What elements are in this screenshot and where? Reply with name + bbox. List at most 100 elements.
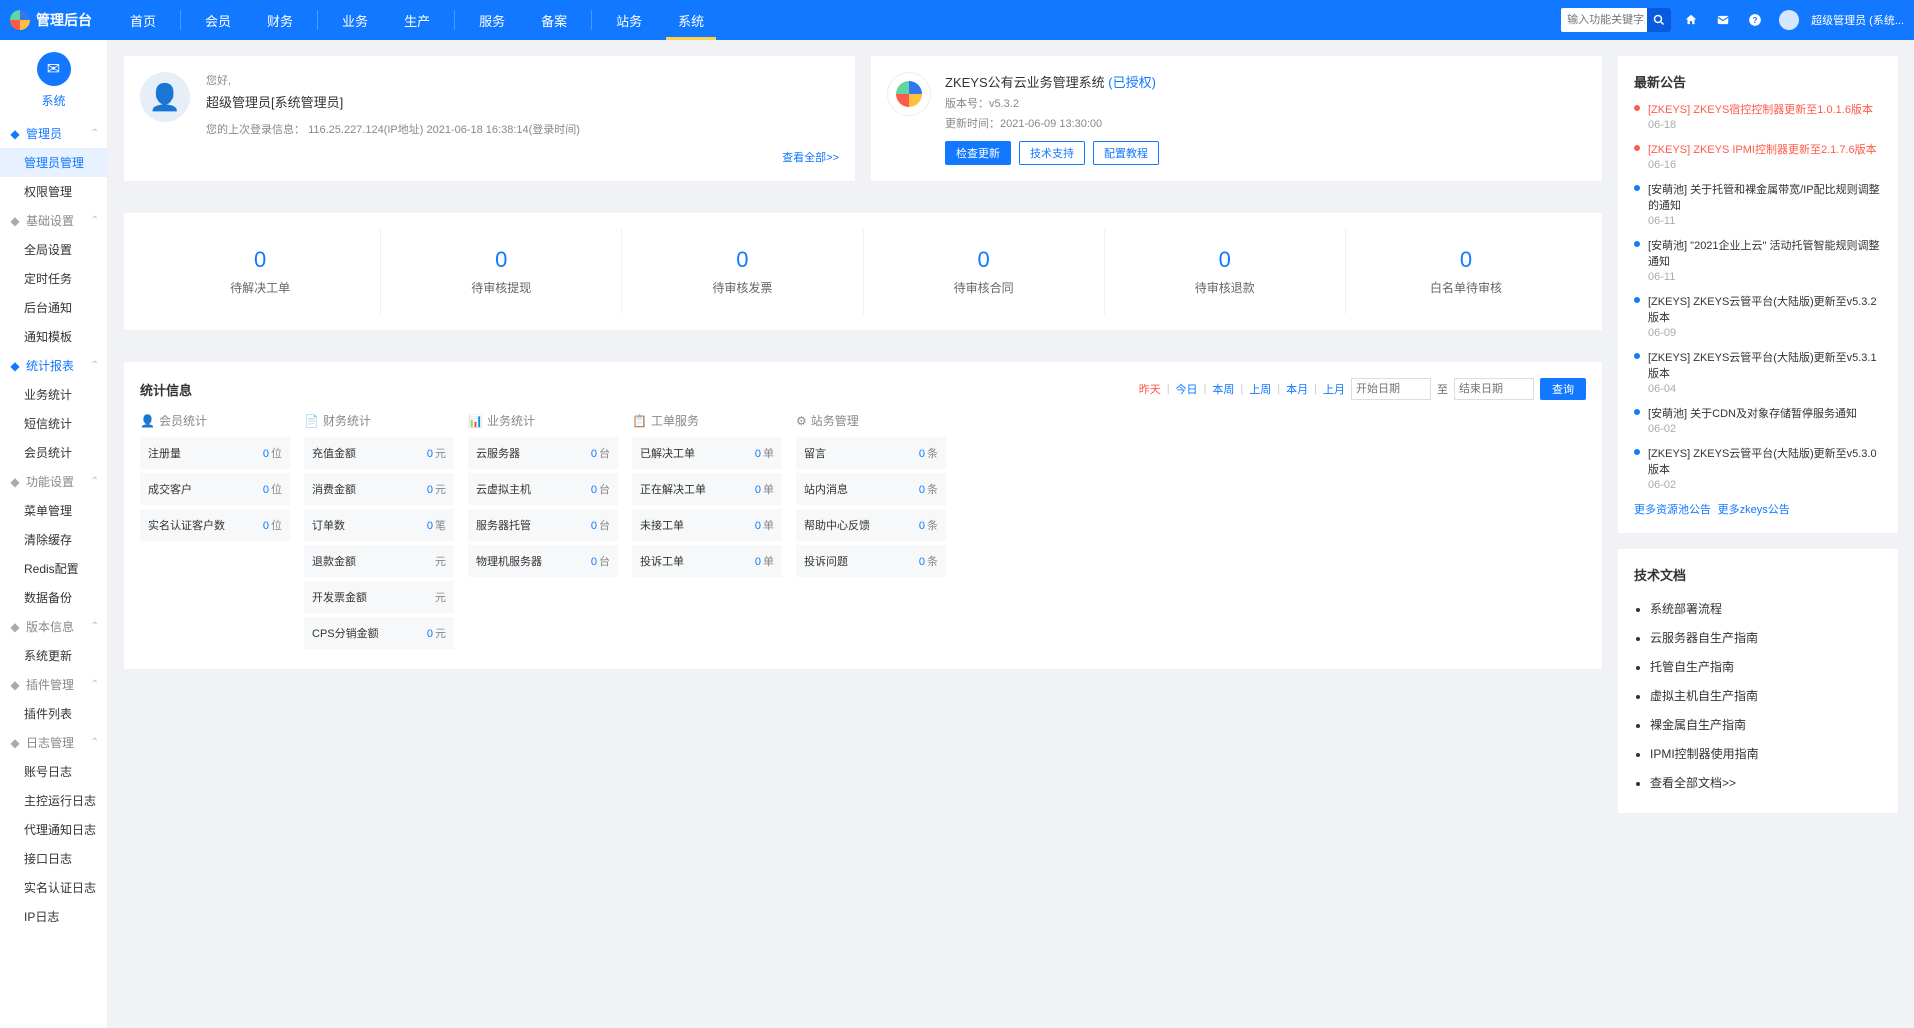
stat-row[interactable]: 正在解决工单0单 (632, 473, 782, 505)
stat-row[interactable]: 站内消息0条 (796, 473, 946, 505)
search-button[interactable] (1647, 8, 1671, 32)
doc-item[interactable]: IPMI控制器使用指南 (1650, 739, 1882, 768)
stat-row[interactable]: 成交客户0位 (140, 473, 290, 505)
nav-item[interactable]: 会员 (187, 0, 249, 40)
stat-row[interactable]: 消费金额0元 (304, 473, 454, 505)
sidebar-item[interactable]: IP日志 (0, 902, 107, 931)
range-option[interactable]: 本月 (1286, 381, 1308, 397)
nav-item[interactable]: 系统 (660, 0, 722, 40)
sidebar-item[interactable]: 接口日志 (0, 844, 107, 873)
nav-item[interactable]: 业务 (324, 0, 386, 40)
stat-row[interactable]: 投诉工单0单 (632, 545, 782, 577)
sidebar-group-header[interactable]: ◆版本信息⌃ (0, 612, 107, 641)
nav-item[interactable]: 首页 (112, 0, 174, 40)
doc-item[interactable]: 云服务器自生产指南 (1650, 623, 1882, 652)
config-tutorial-button[interactable]: 配置教程 (1093, 141, 1159, 165)
sidebar-item[interactable]: 主控运行日志 (0, 786, 107, 815)
stat-row[interactable]: 云虚拟主机0台 (468, 473, 618, 505)
sidebar-item[interactable]: 实名认证日志 (0, 873, 107, 902)
sidebar-item[interactable]: 全局设置 (0, 235, 107, 264)
stat-row[interactable]: 投诉问题0条 (796, 545, 946, 577)
help-icon[interactable]: ? (1743, 8, 1767, 32)
sidebar-item[interactable]: 数据备份 (0, 583, 107, 612)
sidebar-item[interactable]: 会员统计 (0, 438, 107, 467)
start-date-input[interactable] (1351, 378, 1431, 400)
nav-item[interactable]: 服务 (461, 0, 523, 40)
sidebar-group-header[interactable]: ◆功能设置⌃ (0, 467, 107, 496)
sidebar-item[interactable]: 后台通知 (0, 293, 107, 322)
mail-icon[interactable] (1711, 8, 1735, 32)
announcement-item[interactable]: [ZKEYS] ZKEYS云管平台(大陆版)更新至v5.3.2版本06-09 (1634, 293, 1882, 339)
announcement-item[interactable]: [ZKEYS] ZKEYS云管平台(大陆版)更新至v5.3.1版本06-04 (1634, 349, 1882, 395)
doc-item[interactable]: 虚拟主机自生产指南 (1650, 681, 1882, 710)
sidebar-group-header[interactable]: ◆日志管理⌃ (0, 728, 107, 757)
stat-row[interactable]: 注册量0位 (140, 437, 290, 469)
sidebar-item[interactable]: 管理员管理 (0, 148, 107, 177)
sidebar-group-header[interactable]: ◆统计报表⌃ (0, 351, 107, 380)
user-name[interactable]: 超级管理员 (系统... (1811, 12, 1904, 28)
stat-row[interactable]: 退款金额元 (304, 545, 454, 577)
query-button[interactable]: 查询 (1540, 378, 1586, 400)
counter[interactable]: 0待审核退款 (1105, 229, 1346, 314)
announcement-item[interactable]: [ZKEYS] ZKEYS云管平台(大陆版)更新至v5.3.0版本06-02 (1634, 445, 1882, 491)
sidebar-item[interactable]: Redis配置 (0, 554, 107, 583)
counter[interactable]: 0待审核提现 (381, 229, 622, 314)
stat-row[interactable]: 开发票金额元 (304, 581, 454, 613)
stat-row[interactable]: 留言0条 (796, 437, 946, 469)
doc-item[interactable]: 裸金属自生产指南 (1650, 710, 1882, 739)
avatar[interactable] (1779, 10, 1799, 30)
sidebar-item[interactable]: 通知模板 (0, 322, 107, 351)
sidebar-group-header[interactable]: ◆管理员⌃ (0, 119, 107, 148)
stat-row[interactable]: CPS分销金额0元 (304, 617, 454, 649)
counter[interactable]: 0待审核合同 (864, 229, 1105, 314)
nav-item[interactable]: 财务 (249, 0, 311, 40)
stat-row[interactable]: 帮助中心反馈0条 (796, 509, 946, 541)
stat-row[interactable]: 实名认证客户数0位 (140, 509, 290, 541)
sidebar-item[interactable]: 定时任务 (0, 264, 107, 293)
home-icon[interactable] (1679, 8, 1703, 32)
stat-row[interactable]: 未接工单0单 (632, 509, 782, 541)
range-option[interactable]: 昨天 (1139, 381, 1161, 397)
announcement-item[interactable]: [ZKEYS] ZKEYS宿控控制器更新至1.0.1.6版本06-18 (1634, 101, 1882, 131)
stat-row[interactable]: 订单数0笔 (304, 509, 454, 541)
tech-support-button[interactable]: 技术支持 (1019, 141, 1085, 165)
stat-row[interactable]: 已解决工单0单 (632, 437, 782, 469)
doc-item[interactable]: 系统部署流程 (1650, 594, 1882, 623)
sidebar-item[interactable]: 短信统计 (0, 409, 107, 438)
check-update-button[interactable]: 检查更新 (945, 141, 1011, 165)
sidebar-item[interactable]: 代理通知日志 (0, 815, 107, 844)
sidebar-item[interactable]: 账号日志 (0, 757, 107, 786)
view-all-link[interactable]: 查看全部>> (782, 149, 839, 165)
range-option[interactable]: 上周 (1249, 381, 1271, 397)
stat-row[interactable]: 云服务器0台 (468, 437, 618, 469)
more-pool-announcements[interactable]: 更多资源池公告 (1634, 504, 1711, 516)
announcement-item[interactable]: [安萌池] 关于CDN及对象存储暂停服务通知06-02 (1634, 405, 1882, 435)
range-option[interactable]: 本周 (1212, 381, 1234, 397)
sidebar-item[interactable]: 系统更新 (0, 641, 107, 670)
sidebar-item[interactable]: 业务统计 (0, 380, 107, 409)
stat-row[interactable]: 物理机服务器0台 (468, 545, 618, 577)
nav-item[interactable]: 生产 (386, 0, 448, 40)
nav-item[interactable]: 备案 (523, 0, 585, 40)
counter[interactable]: 0待解决工单 (140, 229, 381, 314)
announcement-item[interactable]: [安萌池] "2021企业上云" 活动托管智能规则调整通知06-11 (1634, 237, 1882, 283)
doc-item[interactable]: 查看全部文档>> (1650, 768, 1882, 797)
range-option[interactable]: 今日 (1176, 381, 1198, 397)
announcement-item[interactable]: [安萌池] 关于托管和裸金属带宽/IP配比规则调整的通知06-11 (1634, 181, 1882, 227)
sidebar-group-header[interactable]: ◆基础设置⌃ (0, 206, 107, 235)
stat-row[interactable]: 服务器托管0台 (468, 509, 618, 541)
more-zkeys-announcements[interactable]: 更多zkeys公告 (1718, 504, 1790, 516)
sidebar-item[interactable]: 权限管理 (0, 177, 107, 206)
range-option[interactable]: 上月 (1323, 381, 1345, 397)
sidebar-item[interactable]: 清除缓存 (0, 525, 107, 554)
announcement-item[interactable]: [ZKEYS] ZKEYS IPMI控制器更新至2.1.7.6版本06-16 (1634, 141, 1882, 171)
nav-item[interactable]: 站务 (598, 0, 660, 40)
stat-row[interactable]: 充值金额0元 (304, 437, 454, 469)
sidebar-group-header[interactable]: ◆插件管理⌃ (0, 670, 107, 699)
counter[interactable]: 0白名单待审核 (1346, 229, 1586, 314)
counter[interactable]: 0待审核发票 (622, 229, 863, 314)
doc-item[interactable]: 托管自生产指南 (1650, 652, 1882, 681)
sidebar-item[interactable]: 插件列表 (0, 699, 107, 728)
sidebar-item[interactable]: 菜单管理 (0, 496, 107, 525)
end-date-input[interactable] (1454, 378, 1534, 400)
